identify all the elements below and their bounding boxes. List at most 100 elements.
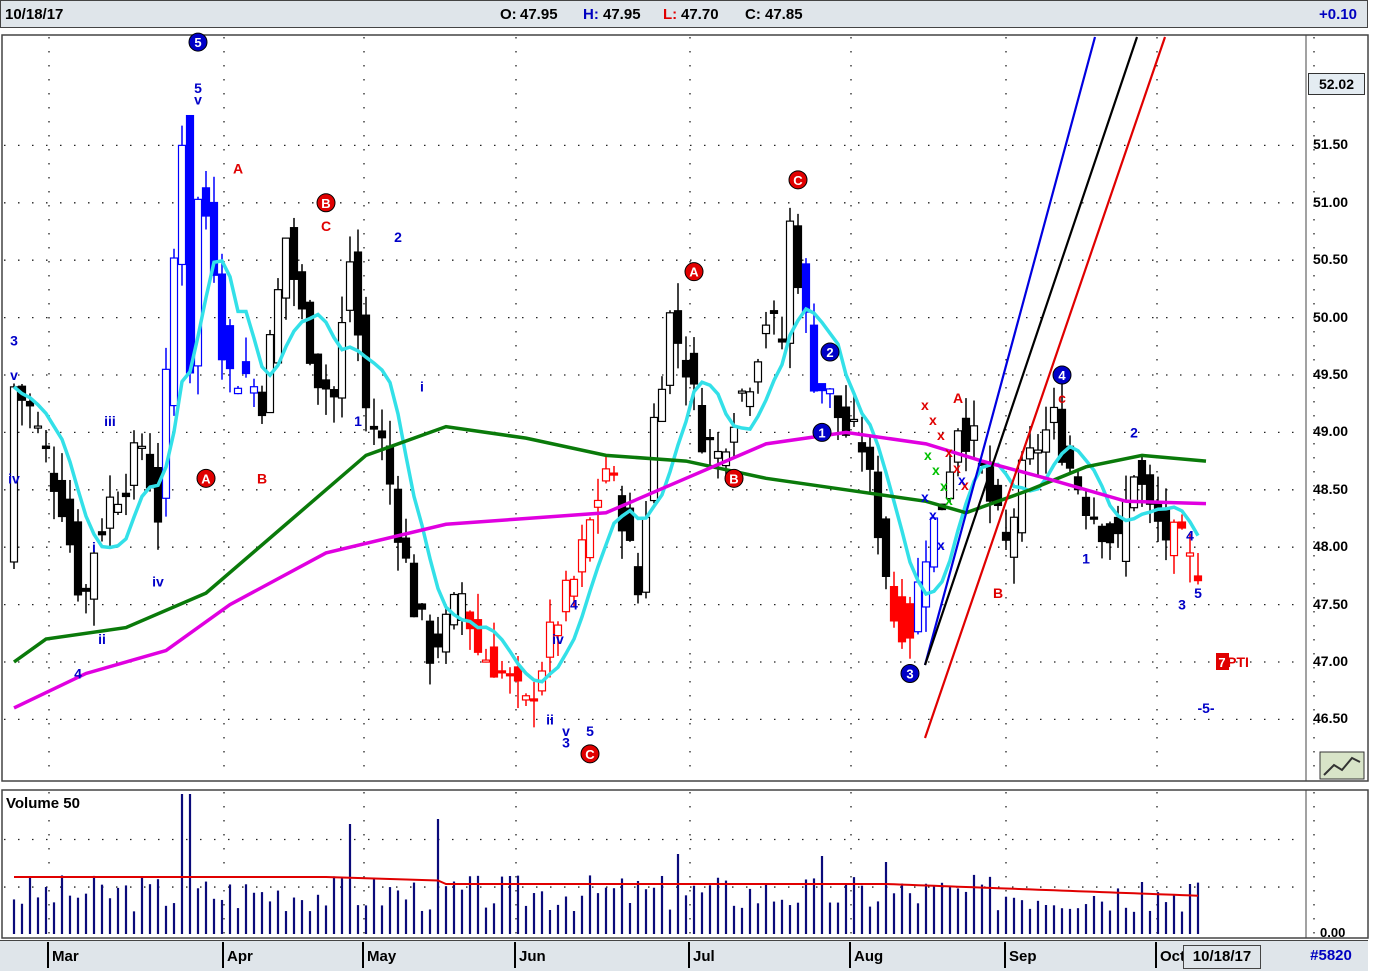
wave-label-text: 1 (1082, 551, 1090, 567)
wave-label-text: A (201, 471, 211, 486)
price-tick-label: 49.00 (1313, 423, 1349, 440)
wave-label-text: 2 (826, 345, 833, 360)
wave-label-text: 2 (394, 229, 402, 245)
candle-body (969, 425, 979, 441)
candle-body (73, 521, 83, 596)
candle-body (833, 395, 843, 419)
candle-body (89, 552, 99, 600)
wave-label-text: 5 (194, 35, 201, 50)
month-tick (514, 942, 516, 968)
wave-label-text: PTI (1227, 654, 1249, 670)
candle-body (1049, 406, 1059, 424)
wave-label-text: B (993, 585, 1003, 601)
candle-body (873, 471, 883, 539)
price-tick-label: 50.00 (1313, 308, 1349, 325)
candle-body (857, 442, 867, 453)
month-tick (849, 942, 851, 968)
candle-body (161, 368, 171, 499)
wave-label-text: ii (546, 711, 554, 727)
candle-body (809, 324, 819, 392)
candle-body (921, 561, 931, 608)
wave-label-text: 3 (906, 666, 913, 681)
wave-label-text: 5 (586, 723, 594, 739)
price-tick-label: 47.50 (1313, 595, 1349, 612)
wave-label-text: B (729, 471, 738, 486)
wave-label-text: iv (152, 574, 164, 590)
projection-x-marker: x (929, 412, 937, 428)
candle-body (121, 492, 131, 498)
candle-body (521, 695, 531, 701)
candle-body (329, 389, 339, 398)
candle-body (561, 579, 571, 613)
month-tick (47, 942, 49, 968)
wave-label-text: 4 (1058, 368, 1066, 383)
month-label: Apr (227, 948, 253, 965)
candle-body (225, 325, 235, 370)
projection-x-marker: x (921, 489, 929, 505)
candle-body (217, 273, 227, 361)
month-tick (1155, 942, 1157, 968)
candle-body (433, 633, 443, 648)
month-tick (222, 942, 224, 968)
candle-body (1177, 521, 1187, 529)
wave-label-text: A (689, 265, 699, 280)
candle-body (41, 445, 51, 450)
candle-body (185, 114, 195, 374)
candle-body (705, 436, 715, 441)
candle-body (369, 425, 379, 430)
month-label: Jun (519, 948, 546, 965)
candle-body (1041, 429, 1051, 453)
projection-x-marker: x (937, 427, 945, 443)
candle-body (233, 387, 243, 395)
wave-label-text: 1 (354, 413, 362, 429)
candle-body (321, 379, 331, 390)
wave-label-text: ii (98, 631, 106, 647)
candle-body (489, 646, 499, 678)
candle-body (961, 417, 971, 452)
candle-body (609, 472, 619, 476)
candle-body (377, 430, 387, 439)
projection-x-marker: x (945, 492, 953, 508)
candle-body (681, 359, 691, 378)
candle-body (281, 237, 291, 299)
wave-label-text: 3 (10, 333, 18, 349)
candle-body (689, 352, 699, 385)
candle-body (1009, 516, 1019, 558)
candle-body (825, 388, 835, 395)
wave-label-text: 4 (1186, 528, 1194, 544)
candle-body (169, 257, 179, 407)
price-chart[interactable]: xxxxxxxxxxxxxx 55v3viviiiiviii4AABBC21ii… (0, 0, 1400, 970)
candle-body (633, 566, 643, 596)
candle-body (1185, 552, 1195, 557)
candle-body (425, 620, 435, 664)
projection-x-marker: x (958, 472, 966, 488)
trendline-blue (923, 36, 1097, 666)
candle-body (1001, 531, 1011, 541)
current-date-box[interactable]: 10/18/17 (1183, 945, 1261, 969)
candle-body (401, 537, 411, 559)
candle-body (1105, 523, 1115, 544)
candle-body (361, 314, 371, 409)
candle-body (105, 496, 115, 529)
candle-body (1169, 521, 1179, 557)
candle-body (761, 324, 771, 335)
wave-label-text: 5 (1194, 585, 1202, 601)
month-tick (362, 942, 364, 968)
candle-body (1025, 447, 1035, 460)
volume-title: Volume 50 (6, 795, 80, 812)
candle-body (505, 673, 515, 677)
price-tick-label: 46.50 (1313, 710, 1349, 727)
month-label: Mar (52, 948, 79, 965)
wave-label-text: C (321, 218, 331, 234)
candle-body (313, 353, 323, 389)
candle-body (33, 425, 43, 429)
candle-body (729, 426, 739, 443)
candle-body (713, 450, 723, 459)
wave-label-text: v (10, 367, 18, 383)
candle-body (881, 518, 891, 577)
candle-body (849, 418, 859, 423)
chart-thumbnail-icon[interactable] (1319, 751, 1365, 780)
candle-body (593, 499, 603, 508)
candle-body (697, 405, 707, 453)
candle-body (305, 301, 315, 364)
